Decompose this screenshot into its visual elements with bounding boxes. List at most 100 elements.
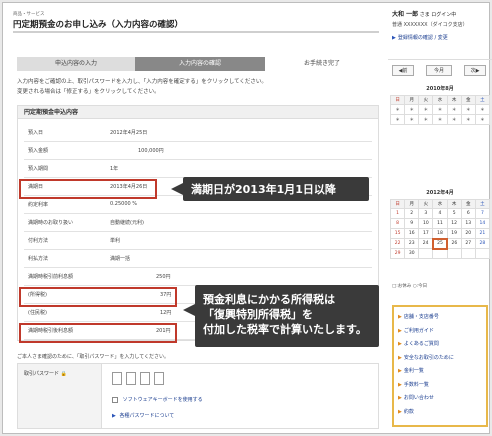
password-digit-input[interactable] [125,372,136,385]
calendar-day[interactable]: ＊ [432,114,448,125]
calendar-day[interactable]: ＊ [389,114,406,125]
row-value: 0.25000 % [110,201,138,207]
calendar-week: 8 9 10 11 12 13 14 [389,218,491,229]
calendar-day[interactable]: 28 [474,238,491,249]
calendar-day[interactable]: 19 [446,228,462,239]
calendar-day[interactable]: 7 [474,208,491,219]
menu-item-branch[interactable]: ▶ 店舗・支店番号 [398,311,482,325]
calendar-day[interactable]: 5 [446,208,462,219]
calendar-day[interactable]: 14 [474,218,491,229]
calendar-day[interactable]: 10 [418,218,434,229]
menu-item-faq[interactable]: ▶ よくあるご質問 [398,338,482,352]
calendar-day[interactable]: 26 [446,238,462,249]
calendar-day [460,248,476,259]
calendar-day[interactable]: 21 [474,228,491,239]
calendar-day[interactable]: 27 [460,238,476,249]
row-label: 満期時税引前利息額 [28,274,74,280]
weekday: 月 [404,199,420,209]
calendar-day[interactable]: ＊ [418,104,434,115]
calendar-week: 29 30 [389,248,491,259]
current-month-button[interactable]: 今月 [426,65,452,76]
calendar-day-today[interactable]: 25 [431,237,449,250]
next-month-button[interactable]: 次▶ [464,65,486,76]
calendar-day[interactable]: 20 [460,228,476,239]
detail-row-interest-method: 付利方法 単利 [24,232,372,250]
detail-row-payment: 利払方法 満期一括 [24,250,372,268]
menu-item-label[interactable]: お問い合わせ [404,395,434,401]
menu-item-label[interactable]: 手数料一覧 [404,382,429,388]
calendar-day[interactable]: ＊ [474,114,491,125]
intro-text: 入力内容をご確認の上、取引パスワードを入力し、「入力内容を確定する」をクリックし… [17,77,379,97]
password-digit-input[interactable] [112,372,122,385]
password-info-link[interactable]: ▶ 各種パスワードについて [112,412,174,419]
calendar-day[interactable]: 23 [404,238,420,249]
password-digit-input[interactable] [139,372,150,385]
software-keyboard-option[interactable]: ソフトウェアキーボードを使用する [112,396,203,403]
menu-item-security[interactable]: ▶ 安全なお取引のために [398,352,482,366]
calendar-day[interactable]: 29 [389,248,406,259]
software-keyboard-label[interactable]: ソフトウェアキーボードを使用する [123,397,203,403]
row-label: 預入日 [28,130,44,136]
calendar-day[interactable]: 1 [389,208,406,219]
menu-item-guide[interactable]: ▶ ご利用ガイド [398,325,482,339]
arrow-right-icon: ▶ [398,341,402,347]
menu-item-label[interactable]: 店舗・支店番号 [404,314,439,320]
software-keyboard-checkbox[interactable] [112,396,118,403]
arrow-right-icon: ▶ [398,354,402,361]
row-label: (住民税) [28,310,47,316]
calendar-day[interactable]: 11 [432,218,448,229]
password-note: ご本人さま確認のために、「取引パスワード」を入力してください。 [17,354,170,360]
menu-item-fees[interactable]: ▶ 手数料一覧 [398,379,482,393]
menu-item-rates[interactable]: ▶ 金利一覧 [398,365,482,379]
calendar-day[interactable]: 30 [404,248,420,259]
calendar-day[interactable]: ＊ [389,104,406,115]
menu-item-label[interactable]: ご利用ガイド [404,328,434,334]
calendar-day[interactable]: ＊ [460,114,476,125]
calendar-day[interactable]: 15 [389,228,406,239]
menu-item-terms[interactable]: ▶ 約款 [398,406,482,420]
menu-item-label[interactable]: 約款 [404,409,414,415]
calendar-day[interactable]: ＊ [446,104,462,115]
calendar-day[interactable]: 4 [432,208,448,219]
row-label: 約定利率 [28,202,49,208]
weekday: 土 [474,95,491,105]
registration-link[interactable]: ▶ 登録情報の確認 / 変更 [392,34,488,41]
prev-month-button[interactable]: ◀前 [392,65,414,76]
calendar-day[interactable]: 13 [460,218,476,229]
calendar-day[interactable]: 18 [432,228,448,239]
password-label-text: 取引パスワード [24,371,60,377]
calendar-day[interactable]: 6 [460,208,476,219]
detail-row-handling: 満期時のお取り扱い 自動継続(元利) [24,214,372,232]
calendar-day[interactable]: 8 [389,218,406,229]
password-digit-input[interactable] [153,372,164,385]
calendar-day[interactable]: 9 [404,218,420,229]
row-value: 2012年4月25日 [110,130,148,136]
calendar-day[interactable]: ＊ [404,104,420,115]
calendar-day[interactable]: 3 [418,208,434,219]
detail-row-deposit-date: 預入日 2012年4月25日 [24,124,372,142]
tax-callout-line: 預金利息にかかる所得税は [203,293,335,306]
calendar-day[interactable]: 2 [404,208,420,219]
calendar-day[interactable]: 24 [418,238,434,249]
menu-item-label[interactable]: 安全なお取引のために [404,355,454,361]
registration-link-label[interactable]: 登録情報の確認 / 変更 [398,35,448,41]
calendar-day[interactable]: ＊ [460,104,476,115]
detail-row-amount: 預入金額 100,000円 [24,142,372,160]
menu-item-contact[interactable]: ▶ お問い合わせ [398,392,482,406]
arrow-right-icon: ▶ [398,368,402,374]
menu-item-label[interactable]: 金利一覧 [404,368,424,374]
calendar-day[interactable]: 17 [418,228,434,239]
calendar-day[interactable]: ＊ [446,114,462,125]
tax-callout-line: 「復興特別所得税」を [203,308,313,321]
calendar-day[interactable]: ＊ [432,104,448,115]
calendar-day[interactable]: 16 [404,228,420,239]
menu-item-label[interactable]: よくあるご質問 [404,341,439,347]
calendar-day[interactable]: ＊ [404,114,420,125]
calendar-day[interactable]: ＊ [418,114,434,125]
calendar-second: 日 月 火 水 木 金 土 1 2 3 4 5 6 7 8 9 10 11 12… [389,199,491,259]
calendar-day[interactable]: 12 [446,218,462,229]
calendar-day[interactable]: 22 [389,238,406,249]
calendar-day[interactable]: ＊ [474,104,491,115]
arrow-right-icon: ▶ [398,395,402,401]
password-info-label[interactable]: 各種パスワードについて [119,413,174,419]
